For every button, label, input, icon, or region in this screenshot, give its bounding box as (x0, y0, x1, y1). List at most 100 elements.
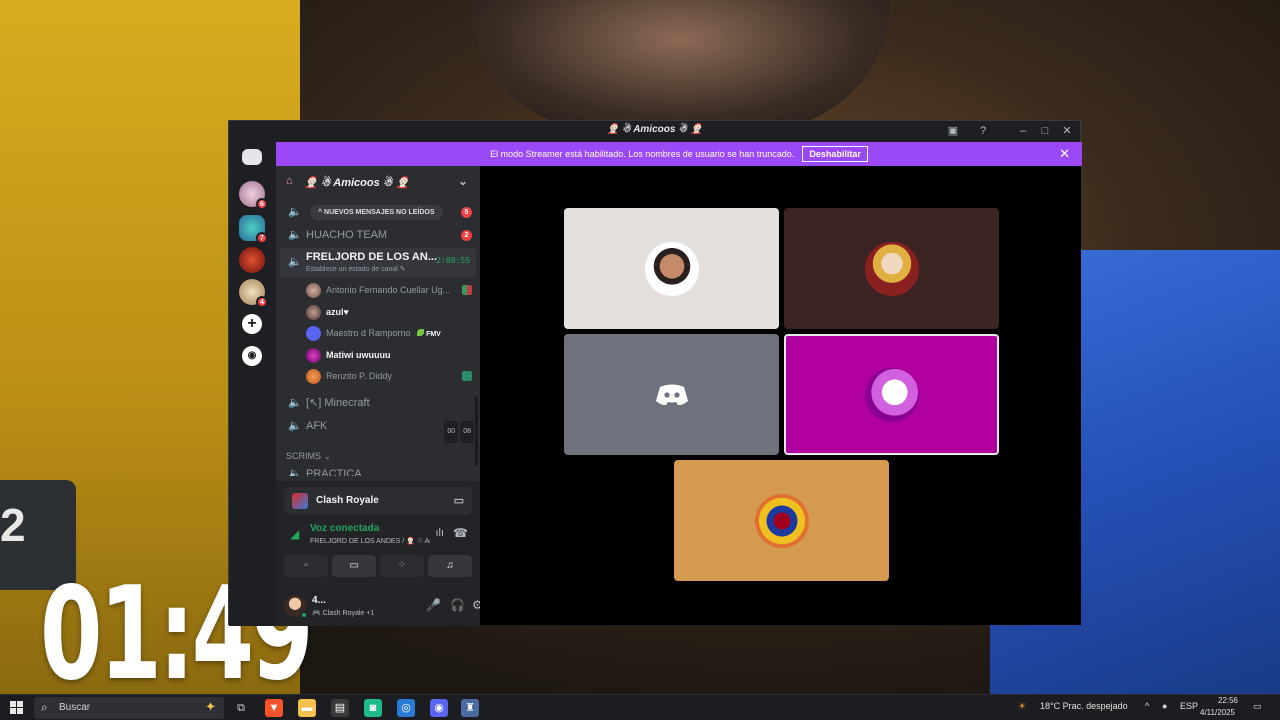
add-server-button[interactable]: + (242, 314, 262, 334)
new-messages-row[interactable]: 🔈 ^ NUEVOS MENSAJES NO LEÍDOS 5 (280, 202, 476, 222)
help-icon[interactable]: ? (974, 123, 992, 139)
voice-member[interactable]: azul♥ (306, 302, 476, 322)
channel-scrollbar[interactable] (475, 396, 478, 466)
microphone-icon[interactable]: 🎤 (426, 598, 441, 612)
video-tile-speaking[interactable] (784, 334, 999, 455)
minimize-button[interactable]: – (1014, 123, 1032, 139)
video-tile[interactable] (564, 334, 779, 455)
stream-icon[interactable]: ▭ (454, 494, 464, 507)
activities-button[interactable]: ⁘ (380, 555, 424, 577)
video-tile[interactable] (784, 208, 999, 329)
server-icon-3[interactable] (239, 247, 265, 273)
maximize-button[interactable]: □ (1036, 123, 1054, 139)
avatar (306, 326, 321, 341)
channel-status[interactable]: Establece un estado de canal ✎ (306, 265, 406, 275)
streamer-mode-banner: El modo Streamer está habilitado. Los no… (276, 142, 1082, 166)
server-badge: 7 (256, 232, 268, 244)
task-view-icon[interactable]: ⧉ (232, 699, 250, 717)
discover-icon[interactable]: ◉ (242, 346, 262, 366)
brave-browser-icon[interactable]: ▼ (265, 699, 283, 717)
avatar (306, 369, 321, 384)
clock-time[interactable]: 22:56 (1208, 696, 1238, 705)
channel-freljord-active[interactable]: 🔈 FRELJORD DE LOS AN... Establece un est… (280, 248, 476, 278)
category-scrims[interactable]: SCRIMS ⌄ (286, 451, 331, 462)
screen-share-button[interactable]: ▭ (332, 555, 376, 577)
channel-name: PRACTICA (306, 468, 362, 476)
clash-royale-logo (292, 493, 308, 509)
voice-panel: Clash Royale ▭ ◢ Voz conectada FRELJORD … (276, 481, 483, 626)
server-badge: 6 (256, 198, 268, 210)
new-messages-pill[interactable]: ^ NUEVOS MENSAJES NO LEÍDOS (310, 205, 443, 220)
channel-afk[interactable]: 🔈 AFK 00 08 (280, 416, 476, 443)
disconnect-icon[interactable]: ☎ (453, 526, 468, 540)
avatar (306, 283, 321, 298)
sparkle-icon: ✦ (205, 699, 216, 714)
speaker-icon: 🔈 (288, 420, 302, 432)
app-icon[interactable]: ◙ (364, 699, 382, 717)
channel-name: [↖] Minecraft (306, 397, 370, 409)
chevron-up-icon[interactable]: ^ (1145, 701, 1149, 711)
noise-suppression-icon[interactable]: ılı (435, 527, 444, 539)
unread-count: 5 (461, 207, 472, 218)
discord-window: 🤶🏻 ☃ Amicoos ☃ 🤶🏻 ▣ ? – □ ✕ El modo Stre… (228, 120, 1082, 626)
voice-connection: ◢ Voz conectada FRELJORD DE LOS ANDES / … (284, 519, 472, 551)
new-messages-label: NUEVOS MENSAJES NO LEÍDOS (324, 209, 435, 216)
participant-avatar (754, 493, 809, 548)
weather-icon: ☀ (1018, 701, 1027, 711)
file-explorer-icon[interactable]: ▬ (298, 699, 316, 717)
headphones-icon[interactable]: 🎧 (450, 598, 465, 612)
background-person (470, 0, 890, 130)
windows-start-icon[interactable] (10, 701, 23, 714)
voice-controls: ▫ ▭ ⁘ ♫ (284, 555, 472, 577)
language-indicator[interactable]: ESP (1180, 701, 1198, 711)
camera-off-button[interactable]: ▫ (284, 555, 328, 577)
voice-member[interactable]: Renzito P. Diddy (306, 366, 476, 386)
chrome-icon[interactable]: ◎ (397, 699, 415, 717)
clash-royale-taskbar-icon[interactable]: ♜ (461, 699, 479, 717)
disable-streamer-button[interactable]: Deshabilitar (802, 146, 868, 162)
member-name: Renzito P. Diddy (326, 371, 392, 381)
app-icon[interactable]: ▤ (331, 699, 349, 717)
user-count: 00 (444, 421, 459, 443)
screen-share-icon[interactable]: ▣ (944, 123, 962, 139)
video-tile[interactable] (564, 208, 779, 329)
member-name: azul♥ (326, 307, 349, 317)
video-tile[interactable] (674, 460, 889, 581)
voice-status[interactable]: Voz conectada (310, 523, 379, 534)
chevron-down-icon[interactable]: ⌄ (458, 174, 468, 188)
voice-member[interactable]: Matiwi uwuuuu (306, 345, 476, 365)
avatar (306, 348, 321, 363)
voice-member[interactable]: Antonio Fernando Cuellar Ug... (306, 280, 476, 300)
microphone-tray-icon[interactable]: ● (1162, 701, 1167, 711)
voice-member[interactable]: Maestro d Ramporno FMV (306, 323, 476, 343)
channel-name: FRELJORD DE LOS AN... (306, 251, 437, 263)
clock-date[interactable]: 4/11/2025 (1200, 708, 1235, 717)
overlay-widget-value: 2 (0, 499, 26, 551)
activity-icon (462, 285, 472, 295)
participant-avatar (864, 241, 919, 296)
channel-minecraft[interactable]: 🔈 [↖] Minecraft (280, 393, 476, 413)
taskbar: ⌕ Buscar ✦ ⧉ ▼ ▬ ▤ ◙ ◎ ◉ ♜ ☀ 18°C Prac. … (0, 694, 1280, 720)
discord-home-icon[interactable] (242, 149, 262, 165)
notifications-icon[interactable]: ▭ (1253, 701, 1262, 712)
guild-header[interactable]: ⌂ 🤶🏻 ☃ Amicoos ☃ 🤶🏻 ⌄ (276, 166, 480, 198)
voice-stage (480, 166, 1081, 625)
user-status-text: Clash Royale +1 (322, 610, 375, 617)
close-button[interactable]: ✕ (1058, 123, 1076, 139)
server-icon-amicoos[interactable]: 7 (239, 215, 268, 244)
speaker-icon: 🔈 (288, 468, 302, 476)
server-icon-4[interactable]: 4 (239, 279, 268, 308)
channel-practica[interactable]: 🔈 PRACTICA (280, 464, 476, 476)
voice-timer: 2:08:55 (436, 256, 470, 265)
channel-huacho-team[interactable]: 🔈 HUACHO TEAM 2 (280, 225, 476, 245)
discord-taskbar-icon[interactable]: ◉ (430, 699, 448, 717)
user-name[interactable]: 4... (312, 595, 326, 606)
banner-close-icon[interactable]: ✕ (1059, 146, 1070, 162)
clan-tag-label: FMV (426, 331, 441, 338)
title-bar: 🤶🏻 ☃ Amicoos ☃ 🤶🏻 ▣ ? – □ ✕ (229, 121, 1080, 141)
soundboard-button[interactable]: ♫ (428, 555, 472, 577)
taskbar-search[interactable]: ⌕ Buscar ✦ (34, 697, 224, 719)
weather-text[interactable]: 18°C Prac. despejado (1040, 701, 1128, 711)
activity-card[interactable]: Clash Royale ▭ (284, 487, 472, 515)
server-icon-1[interactable]: 6 (239, 181, 268, 210)
